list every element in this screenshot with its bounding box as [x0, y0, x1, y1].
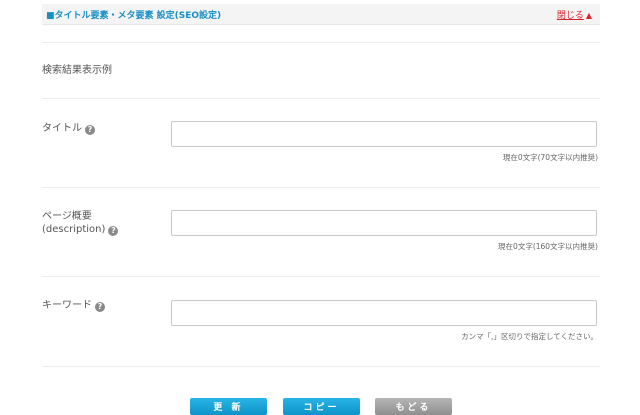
title-char-count: 現在0文字(70文字以内推奨) [502, 153, 598, 162]
triangle-up-icon[interactable]: ▲ [586, 11, 592, 20]
seo-settings-panel: ■タイトル要素・メタ要素 設定(SEO設定) 閉じる ▲ 検索結果表示例 タイトル… [42, 0, 600, 414]
description-label: ページ概要 (description)? [42, 210, 119, 236]
description-input[interactable] [171, 210, 597, 236]
divider [42, 98, 600, 99]
keywords-hint: カンマ「,」区切りで指定してください。 [461, 332, 598, 341]
copy-button[interactable]: コピー [283, 398, 360, 415]
divider [42, 187, 600, 188]
help-icon[interactable]: ? [108, 226, 119, 236]
title-input[interactable] [171, 121, 597, 147]
title-label-text: タイトル [42, 123, 82, 134]
divider [42, 366, 600, 367]
section-header: ■タイトル要素・メタ要素 設定(SEO設定) 閉じる ▲ [42, 4, 600, 25]
search-preview-label: 検索結果表示例 [42, 65, 112, 76]
keywords-label-text: キーワード [42, 300, 92, 311]
section-title: ■タイトル要素・メタ要素 設定(SEO設定) [46, 11, 222, 21]
divider [42, 42, 600, 43]
help-icon[interactable]: ? [85, 125, 95, 135]
update-button[interactable]: 更 新 [190, 398, 267, 415]
back-button[interactable]: もどる [375, 398, 452, 415]
description-char-count: 現在0文字(160文字以内推奨) [498, 242, 598, 251]
close-label[interactable]: 閉じる [557, 11, 584, 21]
help-icon[interactable]: ? [95, 302, 105, 312]
description-label-line2: (description)? [42, 223, 119, 236]
close-section-link[interactable]: 閉じる ▲ [557, 8, 592, 21]
keywords-label: キーワード? [42, 299, 105, 312]
title-label: タイトル? [42, 122, 95, 135]
keywords-input[interactable] [171, 300, 597, 326]
divider [42, 276, 600, 277]
description-label-line1: ページ概要 [42, 211, 92, 222]
